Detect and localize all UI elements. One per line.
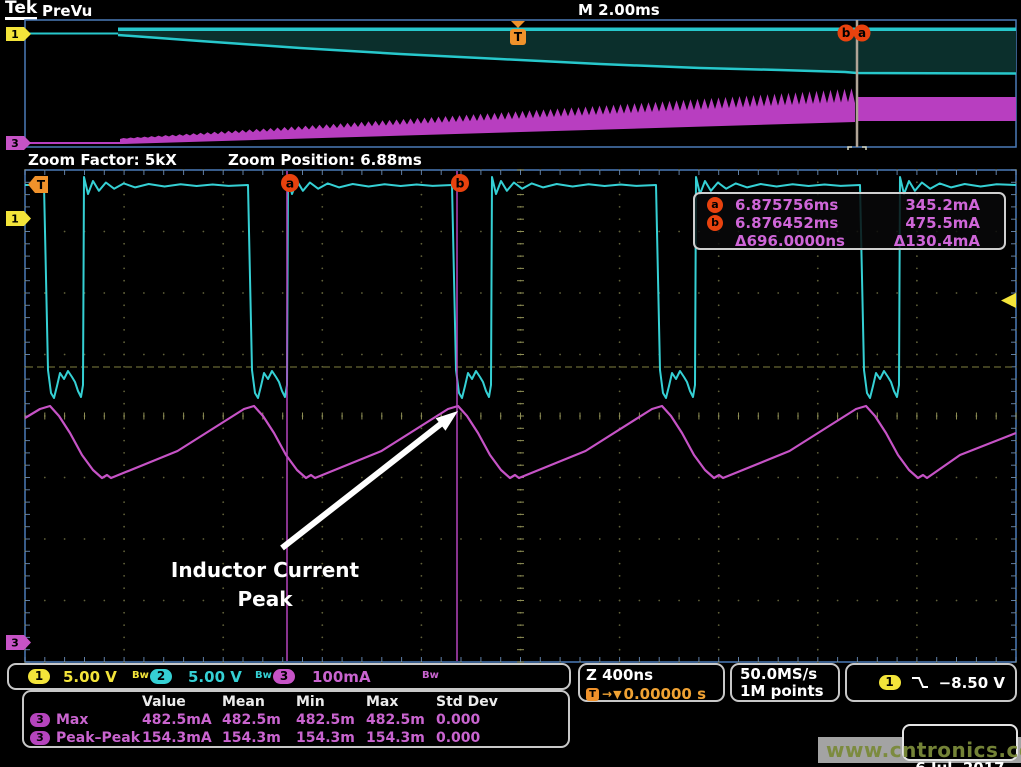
overview-ch3-position-label: 3 xyxy=(11,137,19,150)
meas-max: 154.3m xyxy=(366,729,436,747)
zoom-scale-readout: Z 400ns xyxy=(586,666,723,684)
falling-edge-icon xyxy=(911,675,929,690)
col-header-stddev: Std Dev xyxy=(436,694,568,711)
horizontal-zoom-readout: Z 400ns T → ▼ 0.00000 s xyxy=(578,663,725,702)
trigger-level-arrow-icon[interactable] xyxy=(1001,293,1016,308)
arrow-right-icon: → xyxy=(602,687,612,701)
meas-stddev: 0.000 xyxy=(436,729,568,747)
trigger-level-value: −8.50 V xyxy=(939,674,1005,692)
channel-2-bandwidth-icon: Bw xyxy=(255,670,272,681)
main-ch3-position-label: 3 xyxy=(11,637,19,650)
channel-3-scale: 100mA xyxy=(312,668,371,686)
meas-min: 482.5m xyxy=(296,711,366,729)
acquisition-readout: 50.0MS/s 1M points xyxy=(730,663,840,702)
meas-min: 154.3m xyxy=(296,729,366,747)
cursor-a-time: 6.875756ms xyxy=(735,196,863,214)
annotation-text: Inductor Current Peak xyxy=(120,556,410,614)
cursor-a-label: a xyxy=(286,176,294,191)
sample-rate: 50.0MS/s xyxy=(740,666,838,683)
cursor-a-badge: a xyxy=(707,197,723,213)
meas-value: 154.3mA xyxy=(142,729,222,747)
cursor-delta-row: Δ696.0000ns Δ130.4mA xyxy=(695,232,1004,250)
meas-value: 482.5mA xyxy=(142,711,222,729)
watermark-text: www.cntronics.com xyxy=(826,738,1021,762)
measurement-header-row: Value Mean Min Max Std Dev xyxy=(30,694,568,711)
trigger-source-badge: 1 xyxy=(879,675,901,690)
meas-label: Peak–Peak xyxy=(56,729,142,747)
main-ch1-position-label: 1 xyxy=(11,213,19,226)
meas-label: Max xyxy=(56,711,142,729)
col-header-value: Value xyxy=(142,694,222,711)
channel-1-badge: 1 xyxy=(28,669,50,684)
meas-mean: 154.3m xyxy=(222,729,296,747)
overview-waveform-window: T b a 1 3 xyxy=(0,0,1021,150)
cursor-b-badge: b xyxy=(707,215,723,231)
meas-ch-badge: 3 xyxy=(30,731,50,745)
delay-value: 0.00000 s xyxy=(624,685,706,703)
channel-readout-bar: 1 5.00 V Bw 2 5.00 V Bw 3 100mA Bw xyxy=(7,663,571,690)
meas-mean: 482.5m xyxy=(222,711,296,729)
cursor-delta-time: Δ696.0000ns xyxy=(735,232,863,250)
trigger-position-label: T xyxy=(514,30,523,44)
trigger-position-icon xyxy=(511,21,525,28)
trigger-readout: 1 −8.50 V xyxy=(845,663,1017,702)
cursor-b-time: 6.876452ms xyxy=(735,214,863,232)
measurement-row-max: 3 Max 482.5mA 482.5m 482.5m 482.5m 0.000 xyxy=(30,711,568,729)
cursor-a-readout-row: a 6.875756ms 345.2mA xyxy=(695,196,1004,214)
cursor-b-readout-row: b 6.876452ms 475.5mA xyxy=(695,214,1004,232)
meas-max: 482.5m xyxy=(366,711,436,729)
cursor-b-label: b xyxy=(456,176,465,191)
trigger-delay-readout: T → ▼ 0.00000 s xyxy=(586,685,723,703)
cursor-a-value: 345.2mA xyxy=(863,196,1004,214)
channel-3-bandwidth-icon: Bw xyxy=(422,670,439,681)
channel-3-badge: 3 xyxy=(273,669,295,684)
measurement-row-peakpeak: 3 Peak–Peak 154.3mA 154.3m 154.3m 154.3m… xyxy=(30,729,568,747)
annotation-line2: Peak xyxy=(120,585,410,614)
cursor-delta-value: Δ130.4mA xyxy=(863,232,1004,250)
channel-1-bandwidth-icon: Bw xyxy=(132,670,149,681)
trigger-time-label: T xyxy=(37,178,46,192)
oscilloscope-screen: Tek PreVu M 2.00ms T b a 1 3 Zoom Factor… xyxy=(0,0,1021,767)
trigger-t-icon: T xyxy=(586,688,599,701)
annotation-arrow-icon xyxy=(282,411,458,548)
meas-stddev: 0.000 xyxy=(436,711,568,729)
overview-cursor-a-label: a xyxy=(858,26,866,40)
measurement-table: Value Mean Min Max Std Dev 3 Max 482.5mA… xyxy=(22,690,570,748)
channel-2-badge: 2 xyxy=(150,669,172,684)
col-header-max: Max xyxy=(366,694,436,711)
overview-cursor-b-label: b xyxy=(842,26,851,40)
annotation-line1: Inductor Current xyxy=(120,556,410,585)
record-length: 1M points xyxy=(740,683,838,700)
col-header-min: Min xyxy=(296,694,366,711)
trigger-marker-icon: ▼ xyxy=(613,688,621,701)
meas-ch-badge: 3 xyxy=(30,713,50,727)
overview-ch1-position-label: 1 xyxy=(11,28,19,41)
channel-1-scale: 5.00 V xyxy=(63,668,117,686)
col-header-mean: Mean xyxy=(222,694,296,711)
cursor-readout-box: a 6.875756ms 345.2mA b 6.876452ms 475.5m… xyxy=(693,192,1006,250)
channel-2-scale: 5.00 V xyxy=(188,668,242,686)
cursor-b-value: 475.5mA xyxy=(863,214,1004,232)
